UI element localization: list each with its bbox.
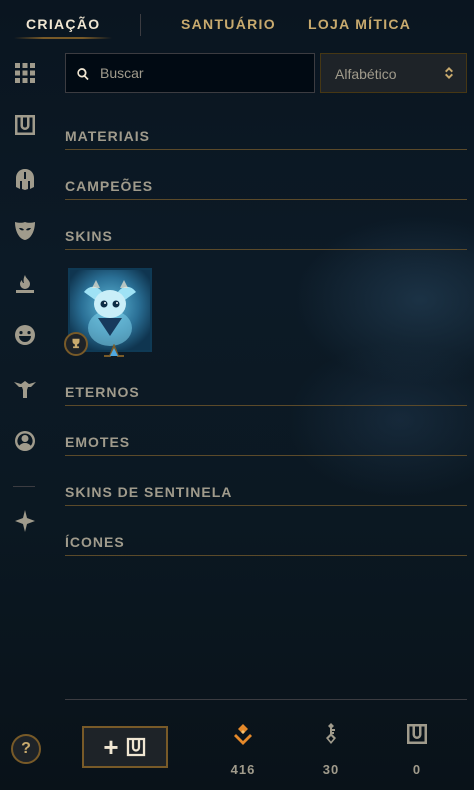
ward-flame-icon[interactable]: [12, 272, 38, 298]
chest-icon: [126, 737, 145, 757]
category-label: MATERIAIS: [65, 128, 150, 144]
craft-key-chest-button[interactable]: +: [82, 726, 168, 768]
key-fragment-count: 30: [322, 762, 340, 777]
help-button[interactable]: ?: [11, 734, 41, 764]
search-input[interactable]: [100, 54, 310, 92]
sort-dropdown[interactable]: Alfabético: [320, 53, 467, 93]
search-icon: [77, 68, 89, 81]
orange-essence-count: 416: [230, 762, 256, 777]
sentinel-icon[interactable]: [12, 508, 38, 534]
emote-face-icon[interactable]: [12, 322, 38, 348]
chest-icon: [405, 722, 429, 746]
category-campeoes[interactable]: CAMPEÕES: [65, 176, 467, 200]
category-icones[interactable]: ÍCONES: [65, 532, 467, 556]
category-label: SKINS: [65, 228, 113, 244]
chest-count: 0: [412, 762, 422, 777]
trophy-icon: [64, 332, 88, 356]
category-label: SKINS DE SENTINELA: [65, 484, 233, 500]
category-skins-de-sentinela[interactable]: SKINS DE SENTINELA: [65, 482, 467, 506]
currency-chest: 0: [392, 722, 442, 782]
category-label: CAMPEÕES: [65, 178, 154, 194]
tab-santuario[interactable]: SANTUÁRIO: [181, 16, 276, 32]
rarity-gem-icon: [102, 343, 126, 358]
tab-divider: [140, 14, 141, 36]
category-skins[interactable]: SKINS: [65, 226, 467, 250]
champion-helmet-icon[interactable]: [12, 166, 38, 192]
category-label: ETERNOS: [65, 384, 140, 400]
category-emotes[interactable]: EMOTES: [65, 432, 467, 456]
top-nav: CRIAÇÃO SANTUÁRIO LOJA MÍTICA: [0, 0, 474, 46]
category-label: ÍCONES: [65, 534, 125, 550]
category-materiais[interactable]: MATERIAIS: [65, 126, 467, 150]
search-box: [65, 53, 315, 93]
sort-arrows-icon: [443, 62, 455, 84]
currency-key-fragment: 30: [306, 722, 356, 782]
sort-selected-value: Alfabético: [335, 66, 397, 82]
tab-criacao[interactable]: CRIAÇÃO: [26, 16, 100, 32]
profile-icon-icon[interactable]: [12, 428, 38, 454]
currency-orange-essence: 416: [218, 722, 268, 782]
skin-mask-icon[interactable]: [12, 218, 38, 244]
category-label: EMOTES: [65, 434, 131, 450]
plus-icon: +: [103, 732, 119, 762]
eternals-icon[interactable]: [12, 376, 38, 402]
tab-loja-mitica[interactable]: LOJA MÍTICA: [308, 16, 411, 32]
active-tab-underline: [14, 37, 112, 39]
skin-item-tile[interactable]: [64, 268, 152, 357]
rail-divider: [13, 486, 35, 487]
category-eternos[interactable]: ETERNOS: [65, 382, 467, 406]
bottom-divider: [65, 699, 467, 700]
chest-icon[interactable]: [12, 112, 38, 138]
grid-icon[interactable]: [12, 60, 38, 86]
orange-essence-icon: [231, 722, 255, 746]
key-fragment-icon: [319, 722, 343, 746]
